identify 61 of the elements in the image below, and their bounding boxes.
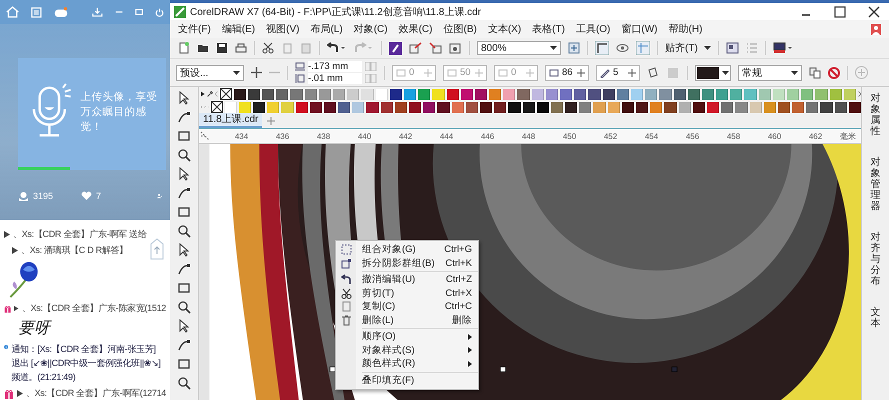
menu-item[interactable]: 拆分阴影群组(B) Ctrl+K bbox=[336, 256, 478, 270]
ruler-label: 436 bbox=[274, 132, 290, 140]
offset-x-field[interactable]: -.173 mm bbox=[308, 61, 362, 72]
window-title: CorelDRAW X7 (64-Bit) - F:\PP\正式课\11.2创意音响\11.8上课.cdr bbox=[190, 6, 481, 18]
ruler-label: 434 bbox=[234, 132, 250, 140]
menu-item[interactable]: 顺序(O) bbox=[336, 330, 478, 344]
offset-y-field[interactable]: -.01 mm bbox=[308, 73, 362, 84]
ruler-label: 444 bbox=[438, 132, 454, 140]
menu-item[interactable]: 叠印填充(F) bbox=[336, 374, 478, 387]
number-field[interactable]: 5 bbox=[596, 64, 640, 80]
menu-item[interactable]: 删除(L) 删除 bbox=[336, 314, 478, 327]
chat-message: 、Xs:【CDR 全套】广东-陈家宽(1512 bbox=[22, 302, 166, 315]
ruler-label: 458 bbox=[726, 132, 742, 140]
ruler-label: 438 bbox=[316, 132, 332, 140]
snap-dropdown[interactable]: 贴齐(T) bbox=[665, 41, 711, 55]
menu-item[interactable]: 编辑(E) bbox=[222, 22, 256, 36]
menu-item[interactable]: 对象样式(S) bbox=[336, 344, 478, 357]
stat-count: 7 bbox=[96, 191, 102, 201]
docker-tab[interactable]: 文本 bbox=[870, 307, 880, 329]
chat-message: 要呀 bbox=[17, 318, 53, 339]
menu-item[interactable]: 工具(O) bbox=[576, 22, 610, 36]
document-tab[interactable]: 11.8上课.cdr bbox=[199, 113, 262, 128]
menu-item[interactable]: 颜色样式(R) bbox=[336, 357, 478, 370]
number-field[interactable]: 86 bbox=[545, 64, 589, 80]
stat-count: 3195 bbox=[33, 191, 54, 201]
menu-item[interactable]: 表格(T) bbox=[532, 22, 565, 36]
menu-item[interactable]: 帮助(H) bbox=[668, 22, 702, 36]
preset-dropdown[interactable]: 预设... bbox=[176, 64, 244, 80]
chat-message: 、Xs:【CDR 全套】广东-啊军(12714 bbox=[26, 387, 166, 400]
menu-item[interactable]: 文件(F) bbox=[178, 22, 211, 36]
docker-tab[interactable]: 对象属性 bbox=[870, 93, 880, 137]
menu-item[interactable]: 视图(V) bbox=[266, 22, 300, 36]
docker-tab[interactable]: 对象管理器 bbox=[870, 157, 880, 212]
style-dropdown[interactable]: 常规 bbox=[738, 64, 802, 80]
zoom-dropdown[interactable]: 800% bbox=[477, 41, 561, 55]
ruler-label: 448 bbox=[520, 132, 536, 140]
ruler-label: 454 bbox=[644, 132, 660, 140]
chat-message: 、Xs: 潘璃琪【C D R解答】 bbox=[21, 244, 128, 257]
ruler-label: 462 bbox=[808, 132, 824, 140]
promo-text: 上传头像，享受万众瞩目的感觉！ bbox=[80, 90, 159, 135]
ruler-label: 440 bbox=[356, 132, 372, 140]
ruler-label: 456 bbox=[684, 132, 700, 140]
menu-item[interactable]: 布局(L) bbox=[310, 22, 343, 36]
menu-item[interactable]: 文本(X) bbox=[488, 22, 522, 36]
menu-item[interactable]: 复制(C) Ctrl+C bbox=[336, 300, 478, 314]
ruler-label: 452 bbox=[602, 132, 618, 140]
chat-message: 、Xs:【CDR 全套】广东-啊军 送给 bbox=[13, 228, 147, 241]
docker-tab[interactable]: 对齐与分布 bbox=[870, 232, 880, 287]
menu-item[interactable]: 效果(C) bbox=[398, 22, 432, 36]
ruler-label: 446 bbox=[480, 132, 496, 140]
ruler-label: 460 bbox=[766, 132, 782, 140]
menu-item[interactable]: 对象(C) bbox=[354, 22, 388, 36]
ruler-unit: 毫米 bbox=[840, 130, 856, 142]
notice-message: 通知：[Xs:【CDR 全套】河南-张玉芳] 退出 [↙❀||CDR中级一套例强化班||❀↘] 频道。(21:21:49) bbox=[11, 343, 162, 384]
menu-item[interactable]: 位图(B) bbox=[443, 22, 477, 36]
menu-item[interactable]: 窗口(W) bbox=[621, 22, 658, 36]
menu-item[interactable]: 撤消编辑(U) Ctrl+Z bbox=[336, 273, 478, 286]
ruler-label: 442 bbox=[398, 132, 414, 140]
menu-item[interactable]: 剪切(T) Ctrl+X bbox=[336, 286, 478, 300]
menu-item[interactable]: 组合对象(G) Ctrl+G bbox=[336, 243, 478, 256]
ruler-label: 450 bbox=[562, 132, 578, 140]
